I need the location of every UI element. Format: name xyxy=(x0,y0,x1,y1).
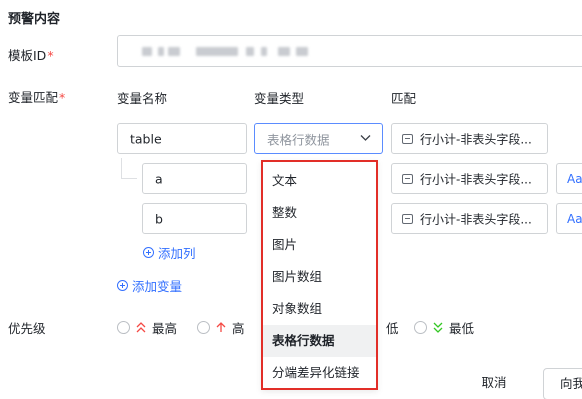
blurred-id-part xyxy=(142,47,152,56)
add-column-link[interactable]: 添加列 xyxy=(143,243,196,262)
next-button[interactable]: 向我 xyxy=(543,368,582,399)
template-id-input[interactable] xyxy=(117,35,582,67)
blurred-id-part xyxy=(196,47,238,56)
chevron-down-icon xyxy=(360,135,371,141)
header-match: 匹配 xyxy=(391,91,417,106)
priority-option-label: 低 xyxy=(386,321,399,336)
template-id-label: 模板ID* xyxy=(8,45,54,64)
tree-connector xyxy=(121,178,137,179)
variable-name-input-b[interactable]: b xyxy=(142,203,247,234)
field-icon xyxy=(402,133,413,144)
blurred-id-part xyxy=(168,47,180,56)
variable-name-value: table xyxy=(130,131,162,146)
cancel-button[interactable]: 取消 xyxy=(463,368,525,399)
priority-option-high[interactable]: 高 xyxy=(197,318,245,337)
variable-name-input-a[interactable]: a xyxy=(142,163,247,194)
dropdown-option-image-array[interactable]: 图片数组 xyxy=(263,261,376,293)
field-icon xyxy=(402,173,413,184)
variable-match-label: 变量匹配* xyxy=(8,87,65,106)
text-format-icon: Aa xyxy=(567,171,582,186)
add-variable-label: 添加变量 xyxy=(132,279,183,294)
priority-label: 优先级 xyxy=(8,321,46,336)
dropdown-option-differential-link[interactable]: 分端差异化链接 xyxy=(263,357,376,389)
blurred-id-part xyxy=(278,47,290,56)
plus-circle-icon xyxy=(143,247,154,258)
blurred-id-part xyxy=(296,47,308,56)
add-column-label: 添加列 xyxy=(158,246,196,261)
priority-option-highest[interactable]: 最高 xyxy=(117,318,177,337)
match-value: 行小计-非表头字段... xyxy=(420,172,532,186)
dropdown-option-image[interactable]: 图片 xyxy=(263,229,376,261)
radio-button[interactable] xyxy=(197,321,210,334)
match-value: 行小计-非表头字段... xyxy=(420,212,532,226)
blurred-id-part xyxy=(246,47,254,56)
section-title: 预警内容 xyxy=(8,12,61,27)
match-select-row-a[interactable]: 行小计-非表头字段... xyxy=(391,163,548,194)
arrow-up-icon xyxy=(216,322,226,332)
variable-type-select[interactable]: 表格行数据 xyxy=(254,123,383,154)
priority-option-low[interactable]: 低 xyxy=(386,318,399,337)
priority-option-label: 最低 xyxy=(449,321,475,336)
priority-option-label: 最高 xyxy=(152,321,178,336)
radio-button[interactable] xyxy=(117,321,130,334)
blurred-id-part xyxy=(158,47,164,56)
format-button-b[interactable]: Aa xyxy=(556,203,582,234)
variable-name-input-table[interactable]: table xyxy=(117,123,247,154)
double-chevron-down-icon xyxy=(433,322,443,333)
variable-type-value: 表格行数据 xyxy=(267,132,330,147)
blurred-id-part xyxy=(261,47,267,56)
dropdown-option-text[interactable]: 文本 xyxy=(263,165,376,197)
dropdown-option-table-row-data[interactable]: 表格行数据 xyxy=(263,325,376,357)
text-format-icon: Aa xyxy=(567,211,582,226)
radio-button[interactable] xyxy=(414,321,427,334)
add-variable-link[interactable]: 添加变量 xyxy=(117,276,182,295)
dropdown-option-integer[interactable]: 整数 xyxy=(263,197,376,229)
plus-circle-icon xyxy=(117,280,128,291)
priority-option-label: 高 xyxy=(232,321,245,336)
template-id-label-text: 模板ID xyxy=(8,48,47,63)
variable-name-value: a xyxy=(155,171,163,186)
header-variable-name: 变量名称 xyxy=(117,91,168,106)
field-icon xyxy=(402,213,413,224)
double-chevron-up-icon xyxy=(136,322,146,333)
format-button-a[interactable]: Aa xyxy=(556,163,582,194)
dropdown-option-object-array[interactable]: 对象数组 xyxy=(263,293,376,325)
header-variable-type: 变量类型 xyxy=(254,91,305,106)
match-select-row-table[interactable]: 行小计-非表头字段... xyxy=(391,123,548,154)
variable-name-value: b xyxy=(155,211,163,226)
match-value: 行小计-非表头字段... xyxy=(420,132,532,146)
required-mark: * xyxy=(47,48,54,63)
variable-type-dropdown: 文本 整数 图片 图片数组 对象数组 表格行数据 分端差异化链接 xyxy=(261,160,378,390)
variable-match-label-text: 变量匹配 xyxy=(8,90,59,105)
required-mark: * xyxy=(59,90,66,105)
priority-option-lowest[interactable]: 最低 xyxy=(414,318,474,337)
tree-connector xyxy=(121,158,122,178)
match-select-row-b[interactable]: 行小计-非表头字段... xyxy=(391,203,548,234)
